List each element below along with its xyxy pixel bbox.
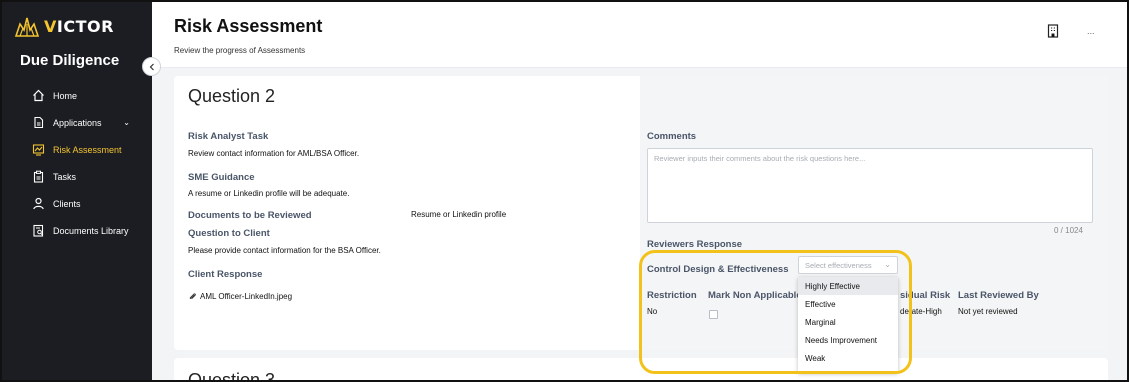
chevron-down-icon[interactable]: ⌄ — [123, 118, 130, 127]
last-reviewed-label: Last Reviewed By — [958, 290, 1039, 301]
question-title: Question 2 — [188, 86, 276, 106]
attachment-link[interactable]: AML Officer-LinkedIn.jpeg — [188, 292, 292, 301]
risk-analyst-task-label: Risk Analyst Task — [188, 131, 269, 142]
control-design-label: Control Design & Effectiveness — [647, 264, 789, 275]
option-highly-effective[interactable]: Highly Effective — [798, 277, 898, 295]
comments-label: Comments — [647, 131, 697, 142]
comments-textarea[interactable]: Reviewer inputs their comments about the… — [647, 148, 1093, 223]
more-menu-button[interactable]: ... — [1087, 26, 1095, 36]
library-icon — [32, 224, 45, 237]
main-content: Question 2 Risk Analyst Task Review cont… — [152, 68, 1127, 382]
logo-text: VICTOR — [44, 16, 114, 36]
question-title-next: Question 3 — [188, 370, 276, 382]
restriction-value: No — [647, 307, 658, 316]
collapse-sidebar-button[interactable] — [142, 57, 161, 76]
logo-icon — [14, 17, 40, 37]
option-marginal[interactable]: Marginal — [798, 313, 898, 331]
sidebar-nav: Home Applications ⌄ Risk Assessment Task… — [2, 82, 152, 244]
paperclip-icon — [189, 293, 196, 299]
residual-risk-value: derate-High — [900, 307, 942, 316]
sidebar-item-risk-assessment[interactable]: Risk Assessment — [2, 136, 152, 163]
user-icon — [32, 197, 45, 210]
chart-icon — [32, 143, 45, 156]
sidebar-item-applications[interactable]: Applications ⌄ — [2, 109, 152, 136]
question-to-client-value: Please provide contact information for t… — [188, 246, 381, 255]
residual-risk-label: sidual Risk — [900, 290, 951, 301]
last-reviewed-value: Not yet reviewed — [958, 307, 1018, 316]
option-needs-improvement[interactable]: Needs Improvement — [798, 331, 898, 349]
effectiveness-dropdown: Highly Effective Effective Marginal Need… — [798, 277, 898, 373]
app-window: VICTOR Due Diligence Home Applications ⌄ — [0, 0, 1129, 382]
sme-guidance-value: A resume or Linkedin profile will be ade… — [188, 189, 350, 198]
chevron-down-icon: ⌄ — [884, 260, 891, 269]
sidebar-item-label: Risk Assessment — [53, 144, 122, 155]
effectiveness-select[interactable]: Select effectiveness ⌄ — [798, 256, 898, 274]
page-title: Risk Assessment — [174, 16, 323, 36]
sidebar-item-home[interactable]: Home — [2, 82, 152, 109]
sidebar-item-label: Applications — [53, 117, 102, 128]
sidebar: VICTOR Due Diligence Home Applications ⌄ — [2, 2, 152, 380]
sidebar-item-label: Tasks — [53, 171, 77, 182]
documents-value: Resume or Linkedin profile — [411, 210, 507, 219]
logo: VICTOR — [14, 14, 114, 38]
document-icon — [32, 116, 45, 129]
mark-non-applicable-label: Mark Non Applicable — [708, 290, 802, 301]
restriction-label: Restriction — [647, 290, 697, 301]
question-card-next: Question 3 — [174, 358, 1108, 382]
app-title: Due Diligence — [20, 52, 120, 69]
page-subtitle: Review the progress of Assessments — [174, 46, 306, 55]
home-icon — [32, 89, 45, 102]
comments-placeholder: Reviewer inputs their comments about the… — [654, 154, 866, 163]
sidebar-item-label: Documents Library — [53, 225, 129, 236]
mark-non-applicable-checkbox[interactable] — [709, 310, 718, 319]
documents-label: Documents to be Reviewed — [188, 210, 312, 221]
sme-guidance-label: SME Guidance — [188, 172, 255, 183]
option-effective[interactable]: Effective — [798, 295, 898, 313]
sidebar-item-clients[interactable]: Clients — [2, 190, 152, 217]
clipboard-icon — [32, 170, 45, 183]
chevron-left-icon — [149, 63, 154, 70]
sidebar-item-label: Home — [53, 90, 78, 101]
sidebar-item-documents-library[interactable]: Documents Library — [2, 217, 152, 244]
attachment-name: AML Officer-LinkedIn.jpeg — [200, 292, 293, 301]
client-response-label: Client Response — [188, 269, 263, 280]
question-to-client-label: Question to Client — [188, 228, 270, 239]
sidebar-item-tasks[interactable]: Tasks — [2, 163, 152, 190]
option-weak[interactable]: Weak — [798, 349, 898, 367]
building-icon[interactable] — [1047, 24, 1059, 38]
reviewers-response-label: Reviewers Response — [647, 239, 743, 250]
page-header: Risk Assessment Review the progress of A… — [152, 2, 1127, 68]
sidebar-item-label: Clients — [53, 198, 81, 209]
character-counter: 0 / 1024 — [1054, 226, 1083, 235]
question-card: Question 2 Risk Analyst Task Review cont… — [174, 76, 1108, 350]
risk-analyst-task-value: Review contact information for AML/BSA O… — [188, 149, 360, 158]
select-placeholder: Select effectiveness — [805, 261, 872, 270]
